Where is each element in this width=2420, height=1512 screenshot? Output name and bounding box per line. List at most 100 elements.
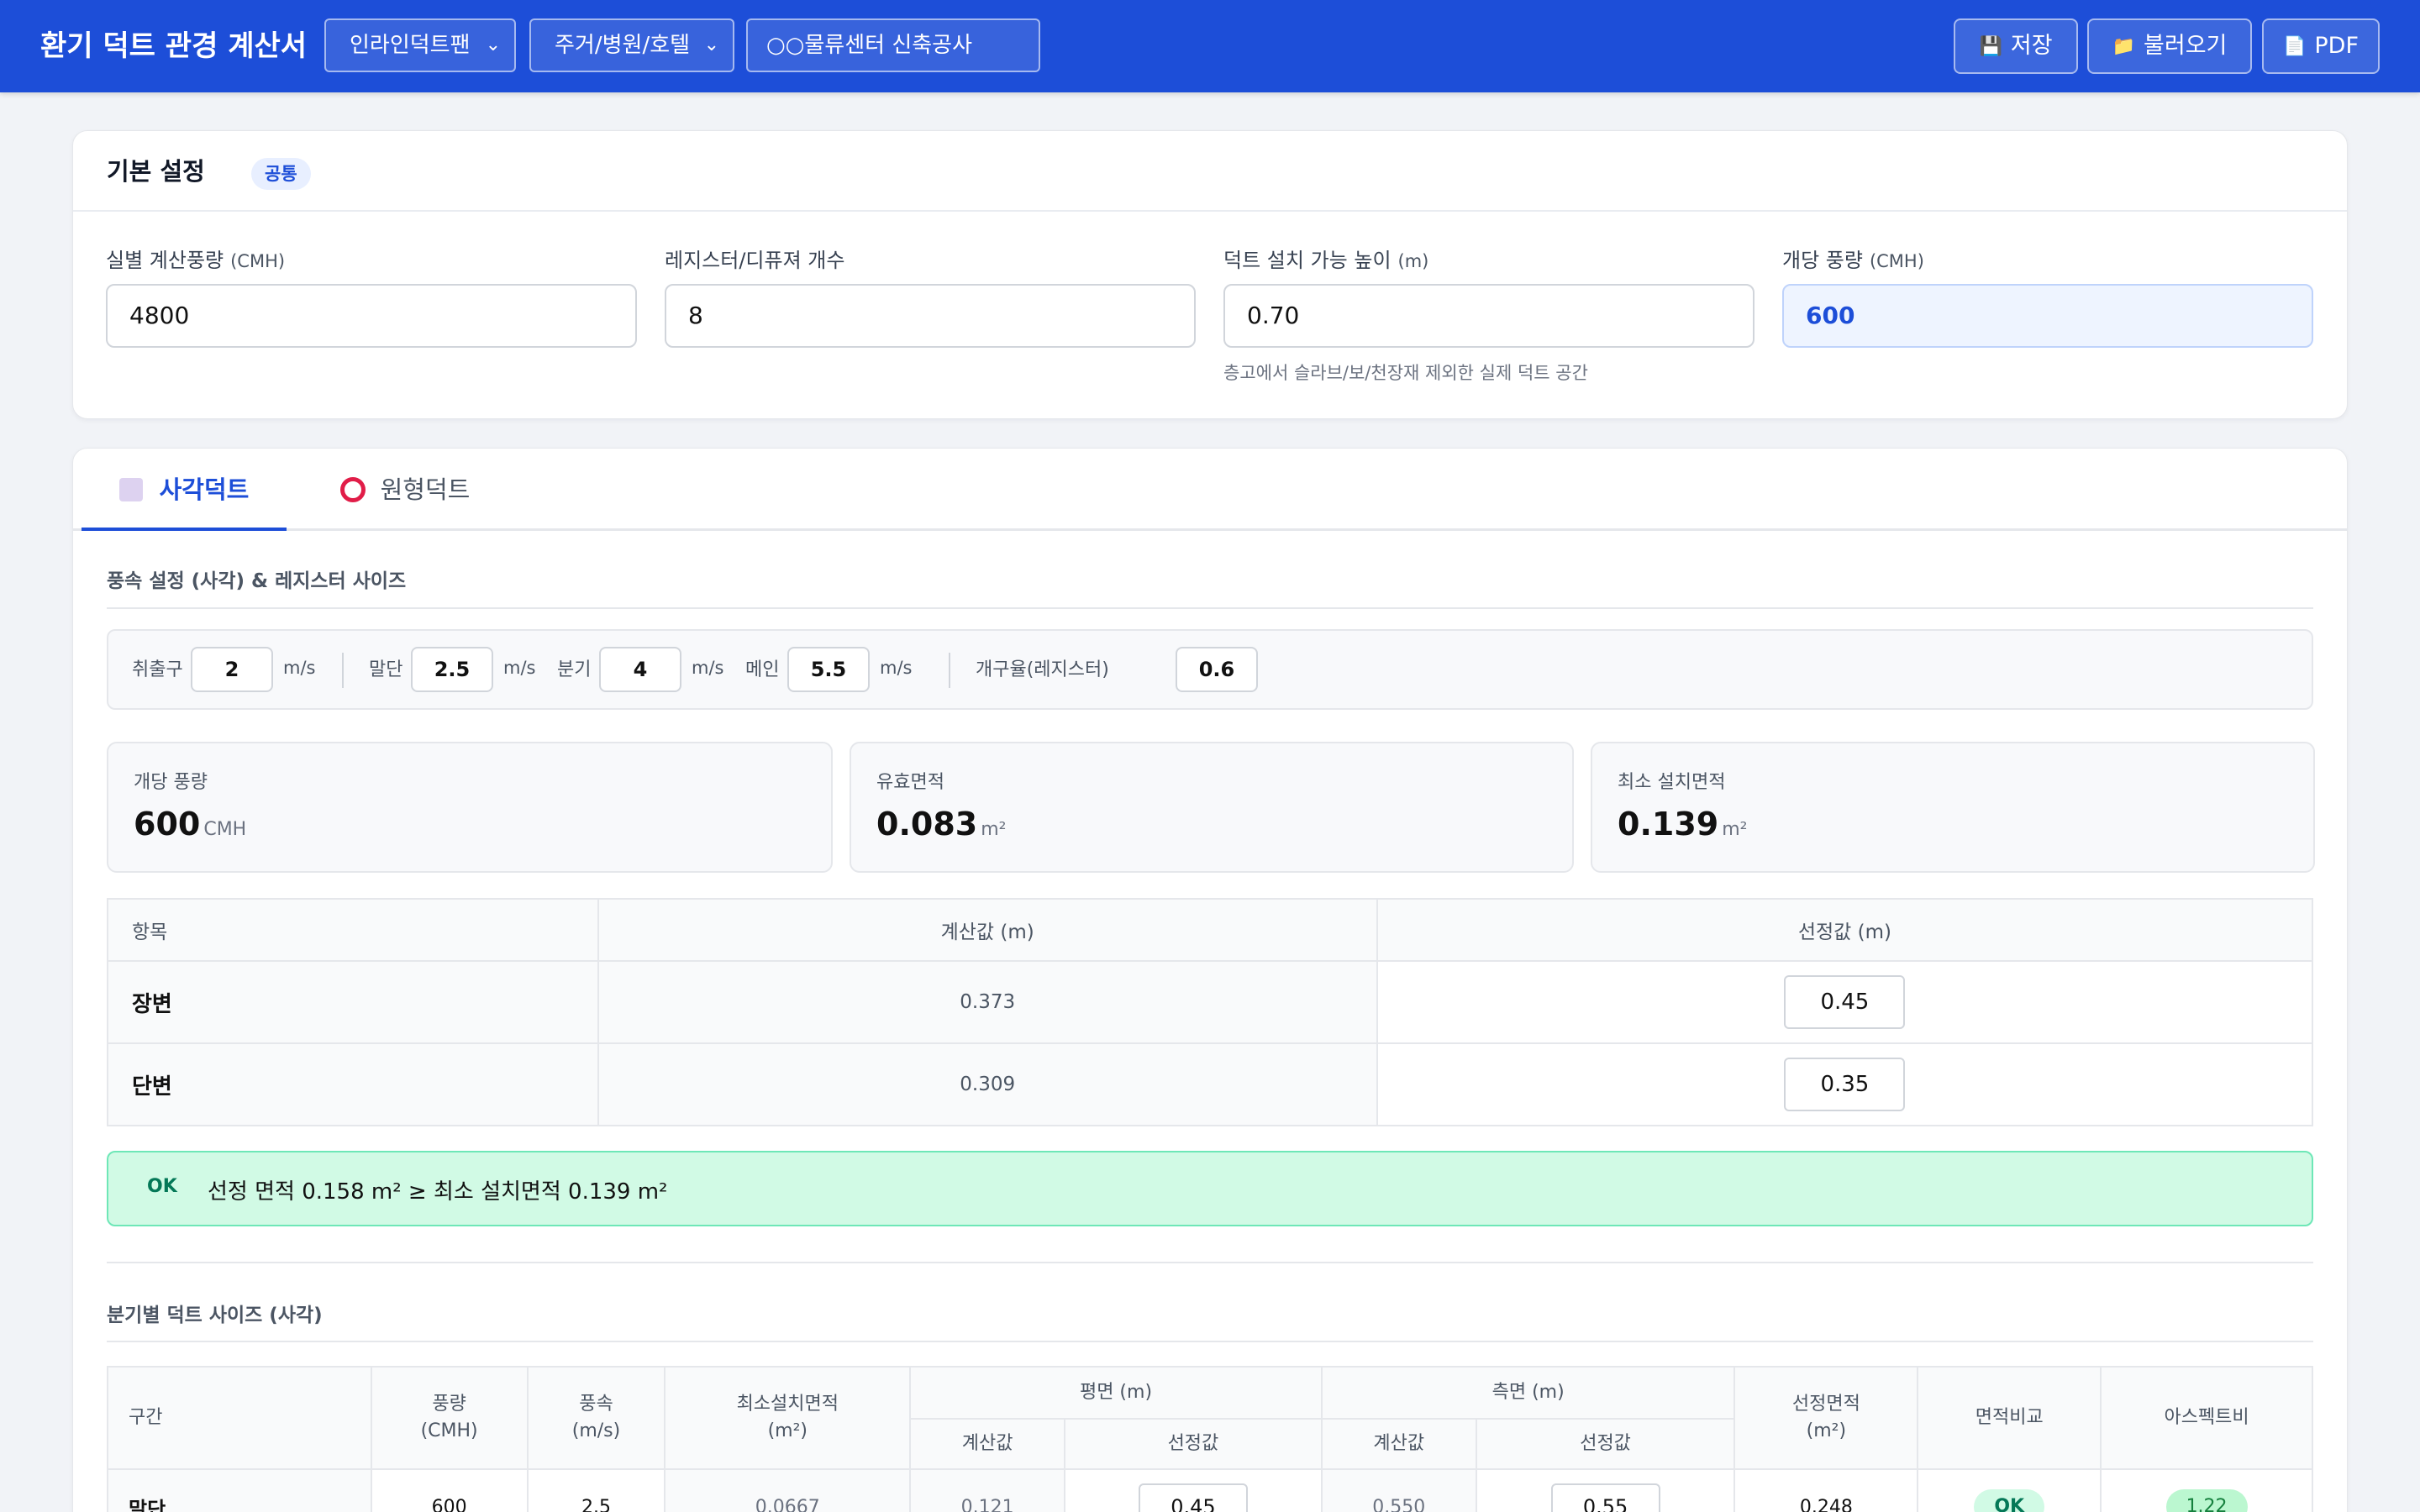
per-unit-flow-output: 600: [1782, 284, 2313, 348]
divider: [949, 653, 950, 688]
column-header: 풍속 (m/s): [526, 1366, 666, 1470]
stat-value: 600 CMH: [134, 806, 246, 843]
short-side-selected-input[interactable]: 0.35: [1784, 1058, 1906, 1111]
column-header: 선정값: [1475, 1418, 1736, 1470]
fan-type-value: 인라인덕트팬: [350, 33, 471, 58]
document-icon: 📄: [2282, 36, 2307, 57]
header-text: 최소설치면적: [736, 1394, 839, 1415]
app-title: 환기 덕트 관경 계산서: [40, 29, 308, 63]
stat-unit: m²: [981, 819, 1007, 840]
per-unit-flow-label: 개당 풍량 (CMH): [1782, 247, 1924, 275]
basic-settings-card: 기본 설정 공통: [72, 130, 2348, 419]
floppy-disk-icon: 💾: [1979, 36, 2002, 57]
stat-unit: CMH: [203, 819, 247, 840]
header-text: 풍량: [432, 1394, 466, 1415]
divider: [107, 1341, 2313, 1342]
intake-velocity-input[interactable]: 2: [191, 647, 273, 692]
register-count-input[interactable]: 8: [665, 284, 1196, 348]
stat-label: 유효면적: [876, 772, 944, 793]
header-text: 선정면적: [1791, 1394, 1860, 1415]
tab-square-duct[interactable]: 사각덕트: [82, 449, 287, 531]
terminal-label: 말단: [369, 659, 403, 680]
duct-height-hint: 층고에서 슬라브/보/천장재 제외한 실제 덕트 공간: [1223, 363, 1588, 383]
aspect-ratio-badge: 1.22: [2165, 1489, 2248, 1512]
velocity-section-title: 풍속 설정 (사각) & 레지스터 사이즈: [107, 570, 407, 592]
stat-number: 0.083: [876, 806, 978, 843]
load-button[interactable]: 📁 불러오기: [2087, 18, 2252, 74]
stat-unit: m²: [1722, 819, 1748, 840]
area-check-message: 선정 면적 0.158 m² ≥ 최소 설치면적 0.139 m²: [208, 1179, 668, 1205]
top-bar: 환기 덕트 관경 계산서 인라인덕트팬 ⌄ 주거/병원/호텔 ⌄ ○○물류센터 …: [0, 0, 2420, 92]
plan-calc-cell: 0.121: [909, 1468, 1066, 1512]
terminal-velocity-input[interactable]: 2.5: [411, 647, 493, 692]
basic-settings-title: 기본 설정: [107, 157, 205, 186]
status-badge: OK: [1974, 1489, 2045, 1512]
card-header: 기본 설정 공통: [73, 131, 2347, 212]
aspect-cell: 1.22: [2100, 1468, 2313, 1512]
section-name: 말단: [107, 1468, 372, 1512]
tab-round-duct[interactable]: 원형덕트: [317, 449, 493, 531]
branch-section-title: 분기별 덕트 사이즈 (사각): [107, 1305, 323, 1326]
table-row: 장변 0.373 0.45: [107, 960, 2314, 1044]
compare-cell: OK: [1917, 1468, 2102, 1512]
room-flow-input[interactable]: 4800: [106, 284, 637, 348]
stat-number: 600: [134, 806, 201, 843]
room-flow-label-text: 실별 계산풍량: [106, 249, 224, 272]
selected-cell: 0.35: [1376, 1042, 2314, 1126]
side-calc-cell: 0.550: [1320, 1468, 1477, 1512]
column-header: 선정면적 (m²): [1733, 1366, 1919, 1470]
selected-area-cell: 0.248: [1733, 1468, 1919, 1512]
per-unit-flow-label-text: 개당 풍량: [1782, 249, 1863, 272]
side-selected-cell: 0.55: [1475, 1468, 1736, 1512]
velocity-cell: 2.5: [526, 1468, 666, 1512]
opening-ratio-input[interactable]: 0.6: [1176, 647, 1258, 692]
duct-height-label-text: 덕트 설치 가능 높이: [1223, 249, 1392, 272]
chevron-down-icon: ⌄: [485, 34, 501, 55]
building-type-value: 주거/병원/호텔: [555, 33, 691, 58]
register-count-label-text: 레지스터/디퓨져 개수: [665, 249, 845, 272]
stat-label: 최소 설치면적: [1618, 772, 1726, 793]
status-badge: OK: [147, 1176, 177, 1197]
calc-value: 0.309: [597, 1042, 1378, 1126]
stat-value: 0.083 m²: [876, 806, 1006, 843]
plan-selected-input[interactable]: 0.45: [1138, 1483, 1248, 1512]
divider: [107, 1262, 2313, 1263]
round-duct-icon: [339, 477, 366, 502]
calc-value: 0.373: [597, 960, 1378, 1044]
square-duct-icon: [118, 478, 143, 501]
fan-type-select[interactable]: 인라인덕트팬 ⌄: [324, 18, 516, 72]
side-selected-input[interactable]: 0.55: [1550, 1483, 1660, 1512]
chevron-down-icon: ⌄: [703, 34, 719, 55]
save-label: 저장: [2010, 33, 2053, 59]
column-header: 풍량 (CMH): [370, 1366, 529, 1470]
column-header: 선정값: [1064, 1418, 1323, 1470]
duct-height-unit: (m): [1397, 251, 1429, 271]
header-unit: (CMH): [420, 1420, 478, 1441]
building-type-select[interactable]: 주거/병원/호텔 ⌄: [529, 18, 734, 72]
room-flow-unit: (CMH): [230, 251, 286, 271]
folder-icon: 📁: [2112, 36, 2136, 57]
main-velocity-input[interactable]: 5.5: [787, 647, 870, 692]
duct-height-input[interactable]: 0.70: [1223, 284, 1754, 348]
column-header: 계산값: [909, 1418, 1066, 1470]
divider: [107, 607, 2313, 609]
main-label: 메인: [745, 659, 780, 680]
selected-cell: 0.45: [1376, 960, 2314, 1044]
header-unit: (m²): [767, 1420, 808, 1441]
column-header: 구간: [107, 1366, 372, 1470]
table-row: 단변 0.309 0.35: [107, 1042, 2314, 1126]
duct-height-label: 덕트 설치 가능 높이 (m): [1223, 247, 1428, 275]
branch-velocity-input[interactable]: 4: [599, 647, 681, 692]
project-name-input[interactable]: ○○물류센터 신축공사: [746, 18, 1040, 72]
intake-unit: m/s: [283, 658, 316, 678]
column-header: 평면 (m): [909, 1366, 1323, 1420]
row-name: 단변: [107, 1042, 599, 1126]
stat-label: 개당 풍량: [134, 772, 208, 793]
save-button[interactable]: 💾 저장: [1954, 18, 2078, 74]
pdf-button[interactable]: 📄 PDF: [2262, 18, 2380, 74]
load-label: 불러오기: [2144, 33, 2228, 59]
table-row: 말단 600 2.5 0.0667 0.121 0.45 0.550 0.55 …: [107, 1468, 2313, 1512]
long-side-selected-input[interactable]: 0.45: [1784, 975, 1906, 1029]
area-check-banner: OK 선정 면적 0.158 m² ≥ 최소 설치면적 0.139 m²: [107, 1151, 2313, 1226]
branch-label: 분기: [557, 659, 592, 680]
